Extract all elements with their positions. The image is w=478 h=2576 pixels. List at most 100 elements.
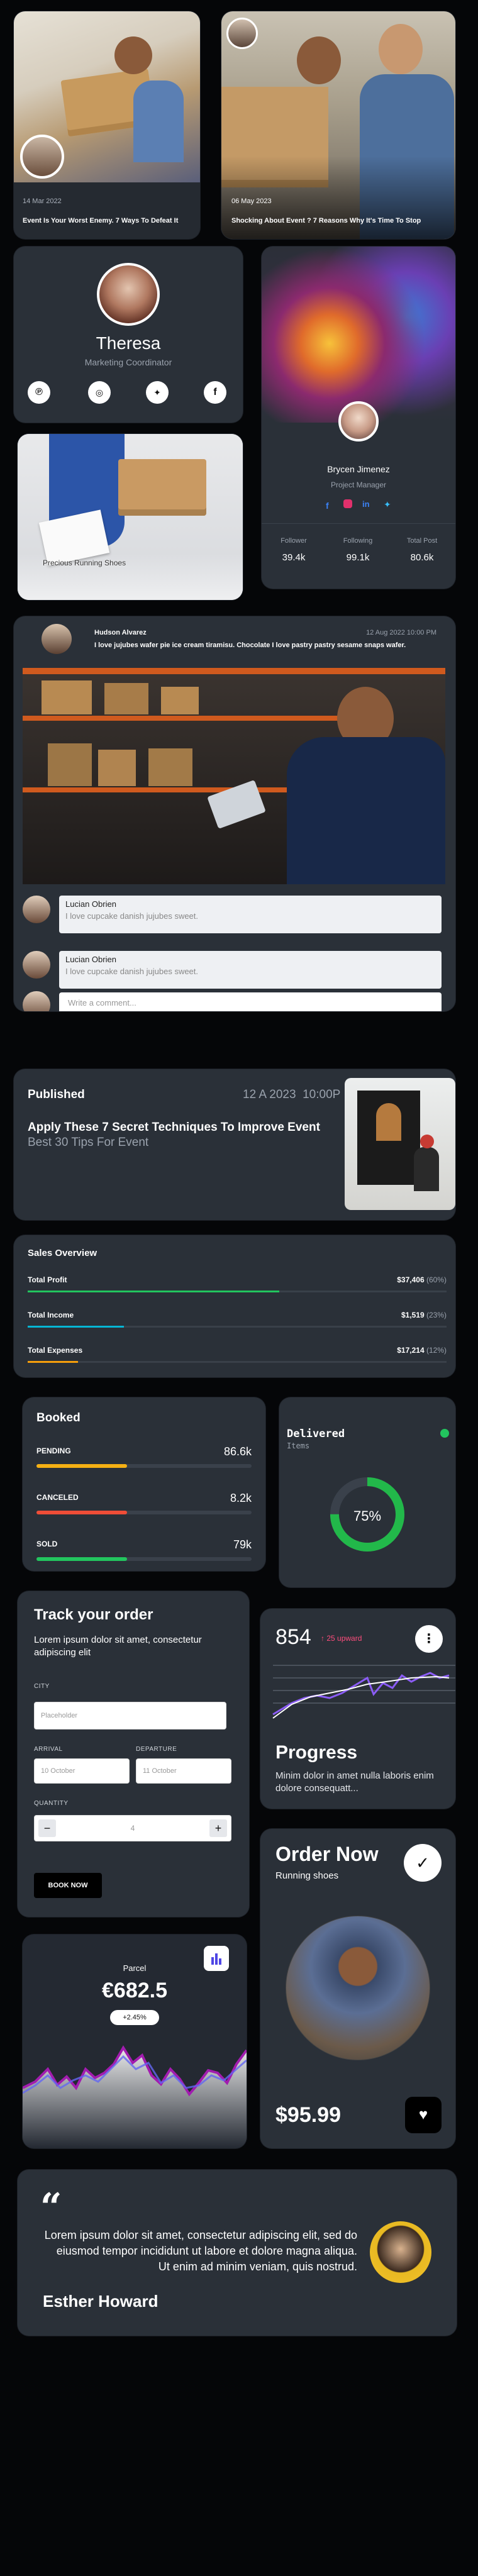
sales-row-amount: $37,406 (60%) — [397, 1275, 447, 1284]
published-photo-truck — [345, 1078, 455, 1210]
progress-title: Progress — [275, 1742, 358, 1763]
published-card[interactable]: Published 12 A 2023 10:00P Apply These 7… — [14, 1069, 455, 1220]
product-photo — [18, 434, 243, 600]
sales-amount: $1,519 — [401, 1311, 425, 1319]
sales-progress-fill — [28, 1361, 78, 1363]
instagram-icon[interactable] — [343, 499, 352, 508]
more-options-button[interactable]: ⋮ — [415, 1625, 443, 1653]
twitter-icon[interactable]: ✦ — [384, 499, 391, 510]
order-product-photo — [286, 1916, 430, 2060]
twitter-icon[interactable]: ✦ — [146, 381, 169, 404]
sales-overview-card: Sales Overview Total Profit $37,406 (60%… — [14, 1235, 455, 1377]
booked-progress-track — [36, 1464, 252, 1468]
facebook-icon[interactable]: f — [326, 501, 329, 511]
favorite-button[interactable]: ♥ — [405, 2097, 442, 2133]
stat-following-label: Following — [343, 537, 373, 545]
arrival-input[interactable]: 10 October — [34, 1758, 130, 1784]
order-price: $95.99 — [275, 2103, 341, 2127]
sales-title: Sales Overview — [28, 1248, 97, 1258]
quote-icon: “ — [40, 2185, 62, 2229]
product-title[interactable]: Precious Running Shoes — [43, 558, 126, 567]
blog-title[interactable]: Shocking About Event ? 7 Reasons Why It'… — [231, 216, 448, 225]
blog-card[interactable]: 14 Mar 2022 Event Is Your Worst Enemy. 7… — [14, 11, 200, 239]
sales-progress-track — [28, 1326, 447, 1328]
post-author[interactable]: Hudson Alvarez — [94, 629, 147, 636]
profile-cover-art — [262, 247, 455, 423]
comment: Lucian Obrien I love cupcake danish juju… — [59, 896, 442, 933]
commenter-avatar — [23, 951, 50, 979]
departure-input[interactable]: 11 October — [136, 1758, 231, 1784]
sales-row-amount: $1,519 (23%) — [401, 1311, 447, 1319]
parcel-chart — [23, 2045, 247, 2148]
booked-row-label: CANCELED — [36, 1493, 79, 1502]
profile-avatar — [97, 263, 160, 326]
blog-date: 06 May 2023 — [231, 197, 272, 205]
author-avatar — [20, 135, 64, 179]
facebook-icon[interactable]: f — [204, 381, 226, 404]
quantity-increment-button[interactable]: + — [209, 1819, 227, 1837]
linkedin-icon[interactable]: in — [362, 499, 370, 509]
instagram-icon[interactable]: ◎ — [88, 381, 111, 404]
quantity-decrement-button[interactable]: − — [38, 1819, 56, 1837]
published-label: Published — [28, 1088, 85, 1101]
delivered-subtitle: Items — [287, 1441, 310, 1450]
sales-row-label: Total Expenses — [28, 1346, 83, 1355]
published-title[interactable]: Apply These 7 Secret Techniques To Impro… — [28, 1121, 355, 1135]
quantity-stepper: − 4 + — [34, 1815, 231, 1841]
booked-row-value: 8.2k — [230, 1492, 252, 1504]
booked-progress-track — [36, 1511, 252, 1514]
delivered-title: Delivered — [287, 1428, 345, 1440]
status-dot — [440, 1429, 449, 1438]
progress-chart — [272, 1665, 455, 1719]
sales-percent: (23%) — [426, 1311, 447, 1319]
comment-author[interactable]: Lucian Obrien — [65, 899, 435, 909]
sales-progress-track — [28, 1361, 447, 1363]
booked-progress-track — [36, 1557, 252, 1561]
testimonial-avatar — [370, 2221, 431, 2283]
sales-progress-fill — [28, 1291, 279, 1292]
post-author-avatar — [42, 624, 72, 654]
departure-label: DEPARTURE — [136, 1746, 177, 1753]
published-subtitle: Best 30 Tips For Event — [28, 1136, 149, 1149]
blog-title[interactable]: Event Is Your Worst Enemy. 7 Ways To Def… — [23, 216, 192, 225]
brand-logo: ✓ — [404, 1844, 442, 1882]
stat-follower-value: 39.4k — [282, 552, 306, 563]
blog-date: 14 Mar 2022 — [23, 197, 62, 205]
comment-input[interactable]: Write a comment... — [59, 992, 442, 1011]
booked-row-label: PENDING — [36, 1446, 71, 1455]
social-post-card: Hudson Alvarez 12 Aug 2022 10:00 PM I lo… — [14, 616, 455, 1011]
progress-trend: ↑ 25 upward — [321, 1634, 362, 1643]
delivered-card: Delivered Items 75% — [279, 1397, 455, 1587]
profile-card-brycen: Brycen Jimenez Project Manager f in ✦ Fo… — [262, 247, 455, 589]
blog-card[interactable]: 06 May 2023 Shocking About Event ? 7 Rea… — [221, 11, 455, 239]
sales-progress-track — [28, 1291, 447, 1292]
profile-role: Project Manager — [330, 480, 387, 489]
product-card[interactable]: Precious Running Shoes — [18, 434, 243, 600]
order-subtitle: Running shoes — [275, 1870, 339, 1881]
quantity-value[interactable]: 4 — [60, 1824, 206, 1833]
progress-desc: Minim dolor in amet nulla laboris enim d… — [275, 1770, 434, 1794]
pinterest-icon[interactable]: ℗ — [28, 381, 50, 404]
city-input[interactable]: Placeholder — [34, 1702, 226, 1729]
comment-text: I love cupcake danish jujubes sweet. — [65, 911, 199, 921]
progress-number: 854 — [275, 1625, 311, 1649]
booked-progress-fill — [36, 1557, 127, 1561]
book-now-button[interactable]: BOOK NOW — [34, 1873, 102, 1898]
stat-following-value: 99.1k — [346, 552, 370, 563]
booked-row-value: 79k — [233, 1538, 252, 1551]
booked-title: Booked — [36, 1411, 81, 1424]
booked-row-value: 86.6k — [223, 1445, 252, 1458]
city-label: CITY — [34, 1683, 50, 1690]
profile-avatar — [338, 401, 379, 441]
booked-row-label: SOLD — [36, 1540, 58, 1548]
profile-divider — [262, 523, 455, 524]
booked-progress-fill — [36, 1511, 127, 1514]
sales-progress-fill — [28, 1326, 125, 1328]
comment-author[interactable]: Lucian Obrien — [65, 955, 435, 964]
comment: Lucian Obrien I love cupcake danish juju… — [59, 951, 442, 989]
delivered-percent: 75% — [353, 1508, 382, 1524]
quantity-label: QUANTITY — [34, 1800, 69, 1807]
stat-posts-value: 80.6k — [410, 552, 434, 563]
parcel-amount: €682.5 — [102, 1979, 167, 2002]
booked-progress-fill — [36, 1464, 127, 1468]
